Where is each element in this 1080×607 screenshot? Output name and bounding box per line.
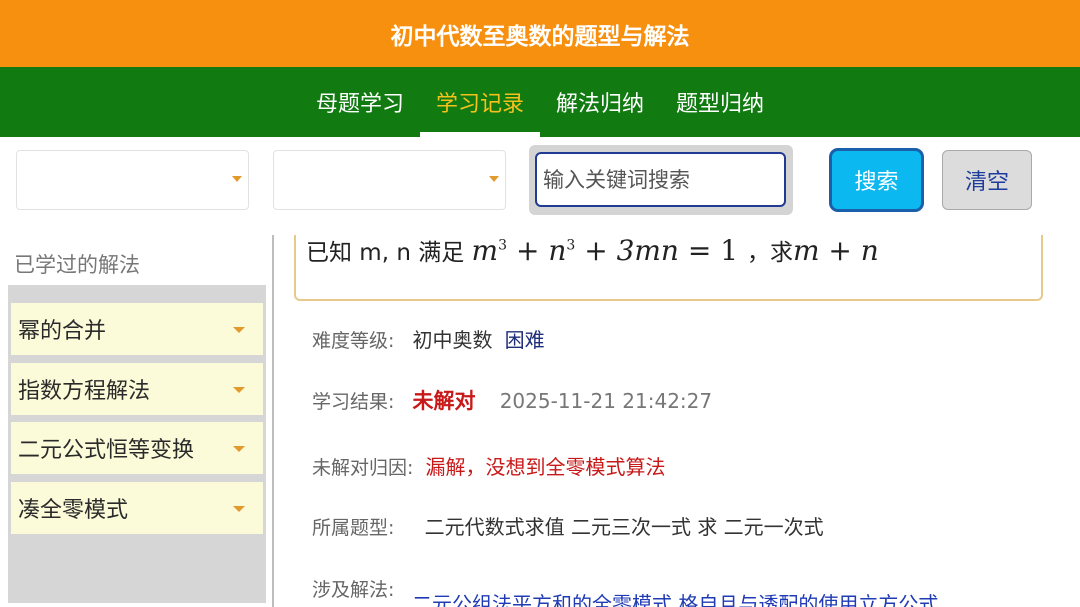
problem-card: 已知 m, n 满足 m3 + n3 + 3mn = 1 ，求m + n [294,235,1043,301]
difficulty-row: 难度等级: 初中奥数 困难 [312,328,545,352]
tab-mother-problems[interactable]: 母题学习 [300,67,420,137]
type-row: 所属题型: 二元代数式求值 二元三次一式 求 二元一次式 [312,515,824,539]
filter-toolbar: 搜索 清空 [0,137,1080,235]
difficulty-badge: 困难 [504,328,545,352]
chevron-down-icon [233,387,245,393]
learned-methods-panel: 已学过的解法 幂的合并 指数方程解法 二元公式恒等变换 凑全零模式 [0,235,272,607]
record-detail: 已知 m, n 满足 m3 + n3 + 3mn = 1 ，求m + n 难度等… [274,235,1080,607]
chevron-down-icon [233,327,245,333]
method-label: 指数方程解法 [18,379,151,404]
main-nav: 母题学习 学习记录 解法归纳 题型归纳 [0,67,1080,137]
chevron-down-icon [233,446,245,452]
tab-method-summary[interactable]: 解法归纳 [540,67,660,137]
problem-statement: 已知 m, n 满足 m3 + n3 + 3mn = 1 ，求m + n [306,235,879,267]
methods-list[interactable]: 幂的合并 指数方程解法 二元公式恒等变换 凑全零模式 [8,285,266,603]
methods-row: 涉及解法: [312,579,395,601]
method-item[interactable]: 指数方程解法 [11,363,263,415]
app-title: 初中代数至奥数的题型与解法 [390,23,690,50]
search-box [529,145,793,215]
problem-target: m + n [792,235,879,267]
app-title-bar: 初中代数至奥数的题型与解法 [0,0,1080,67]
method-label: 凑全零模式 [18,498,129,523]
method-label: 幂的合并 [18,319,107,344]
filter-dropdown-1[interactable] [16,150,249,210]
sidebar-title: 已学过的解法 [14,253,140,277]
filter-dropdown-2[interactable] [273,150,506,210]
cause-row: 未解对归因: 漏解，没想到全零模式算法 [312,455,666,479]
search-input[interactable] [535,152,786,207]
method-label: 二元公式恒等变换 [18,438,195,463]
methods-value-row: 二元公组法平方和的全零模式 格自且与透配的使用立方公式 [412,592,939,607]
method-item[interactable]: 二元公式恒等变换 [11,422,263,474]
method-item[interactable]: 幂的合并 [11,303,263,355]
method-item[interactable]: 凑全零模式 [11,482,263,534]
result-timestamp: 2025-11-21 21:42:27 [499,389,713,413]
clear-button[interactable]: 清空 [942,150,1032,210]
result-row: 学习结果: 未解对 2025-11-21 21:42:27 [312,389,713,413]
chevron-down-icon [489,176,499,182]
tab-type-summary[interactable]: 题型归纳 [660,67,780,137]
chevron-down-icon [232,176,242,182]
chevron-down-icon [233,506,245,512]
problem-equation: m3 + n3 + 3mn = 1 [471,235,739,267]
search-button[interactable]: 搜索 [829,148,924,212]
result-status: 未解对 [412,389,476,413]
tab-study-records[interactable]: 学习记录 [420,67,540,137]
